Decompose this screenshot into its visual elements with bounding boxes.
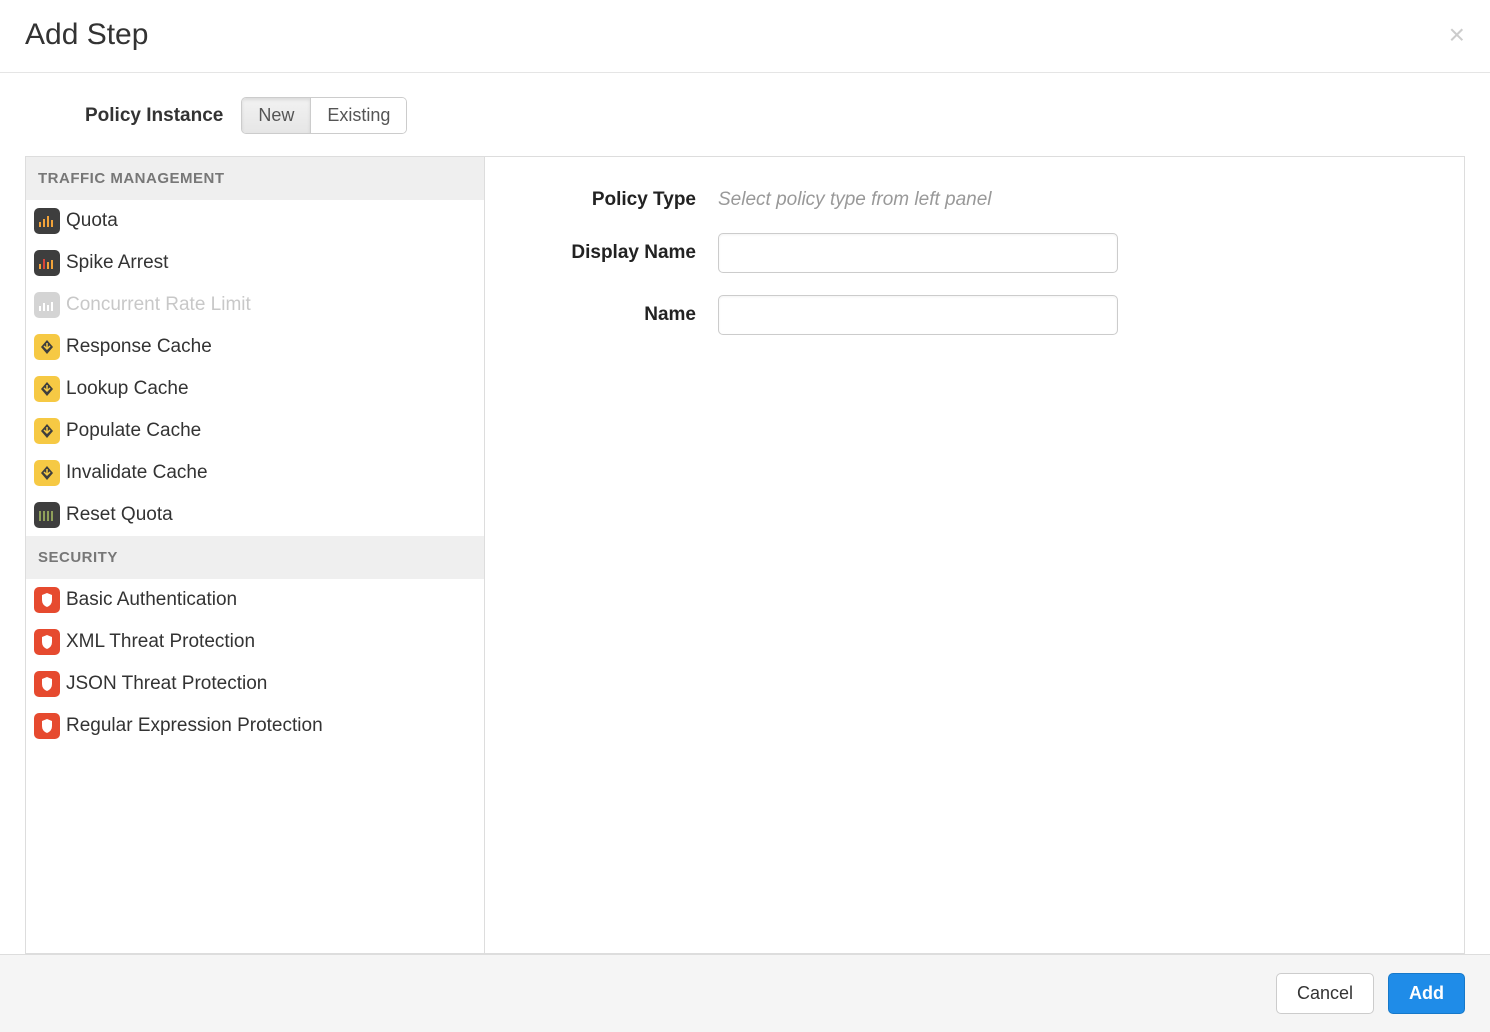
name-label: Name [533,304,718,326]
display-name-input[interactable] [718,233,1118,273]
policy-label: Response Cache [66,336,212,358]
policy-instance-row: Policy Instance New Existing [0,73,1490,156]
policy-instance-label: Policy Instance [85,105,223,127]
policy-json-threat-protection[interactable]: JSON Threat Protection [26,663,484,705]
policy-concurrent-rate-limit: Concurrent Rate Limit [26,284,484,326]
policy-lookup-cache[interactable]: Lookup Cache [26,368,484,410]
cache-icon [34,376,60,402]
policy-xml-threat-protection[interactable]: XML Threat Protection [26,621,484,663]
shield-icon [34,587,60,613]
policy-label: XML Threat Protection [66,631,255,653]
policy-label: Basic Authentication [66,589,237,611]
add-button[interactable]: Add [1388,973,1465,1014]
policy-type-placeholder: Select policy type from left panel [718,189,992,210]
policy-type-label: Policy Type [533,189,718,211]
panels: TRAFFIC MANAGEMENT Quota Spike Arrest [0,156,1490,954]
modal-header: Add Step × [0,0,1490,73]
policy-instance-toggle: New Existing [241,97,407,134]
shield-icon [34,713,60,739]
policy-spike-arrest[interactable]: Spike Arrest [26,242,484,284]
policy-label: Populate Cache [66,420,201,442]
section-traffic-management: TRAFFIC MANAGEMENT [26,157,484,200]
bars-icon [34,502,60,528]
policy-invalidate-cache[interactable]: Invalidate Cache [26,452,484,494]
policy-label: JSON Threat Protection [66,673,267,695]
section-security: SECURITY [26,536,484,579]
cache-icon [34,334,60,360]
policy-label: Reset Quota [66,504,173,526]
cache-icon [34,418,60,444]
policy-regular-expression-protection[interactable]: Regular Expression Protection [26,705,484,747]
close-icon[interactable]: × [1449,21,1465,49]
policy-response-cache[interactable]: Response Cache [26,326,484,368]
policy-label: Regular Expression Protection [66,715,323,737]
form-row-name: Name [533,295,1416,335]
modal-title: Add Step [25,18,148,52]
display-name-label: Display Name [533,242,718,264]
bars-icon [34,208,60,234]
shield-icon [34,629,60,655]
policy-basic-authentication[interactable]: Basic Authentication [26,579,484,621]
policy-label: Invalidate Cache [66,462,208,484]
bars-icon [34,292,60,318]
policy-quota[interactable]: Quota [26,200,484,242]
tab-existing[interactable]: Existing [311,98,406,133]
name-input[interactable] [718,295,1118,335]
form-row-display-name: Display Name [533,233,1416,273]
policy-label: Quota [66,210,118,232]
policy-label: Lookup Cache [66,378,189,400]
policy-label: Spike Arrest [66,252,168,274]
policy-type-list[interactable]: TRAFFIC MANAGEMENT Quota Spike Arrest [25,156,485,954]
cache-icon [34,460,60,486]
modal-body: Policy Instance New Existing TRAFFIC MAN… [0,73,1490,954]
policy-label: Concurrent Rate Limit [66,294,251,316]
cancel-button[interactable]: Cancel [1276,973,1374,1014]
form-row-policy-type: Policy Type Select policy type from left… [533,189,1416,211]
policy-reset-quota[interactable]: Reset Quota [26,494,484,536]
add-step-modal: Add Step × Policy Instance New Existing … [0,0,1490,1032]
modal-footer: Cancel Add [0,954,1490,1032]
policy-populate-cache[interactable]: Populate Cache [26,410,484,452]
tab-new[interactable]: New [242,98,311,133]
bars-icon [34,250,60,276]
policy-form: Policy Type Select policy type from left… [485,156,1465,954]
shield-icon [34,671,60,697]
